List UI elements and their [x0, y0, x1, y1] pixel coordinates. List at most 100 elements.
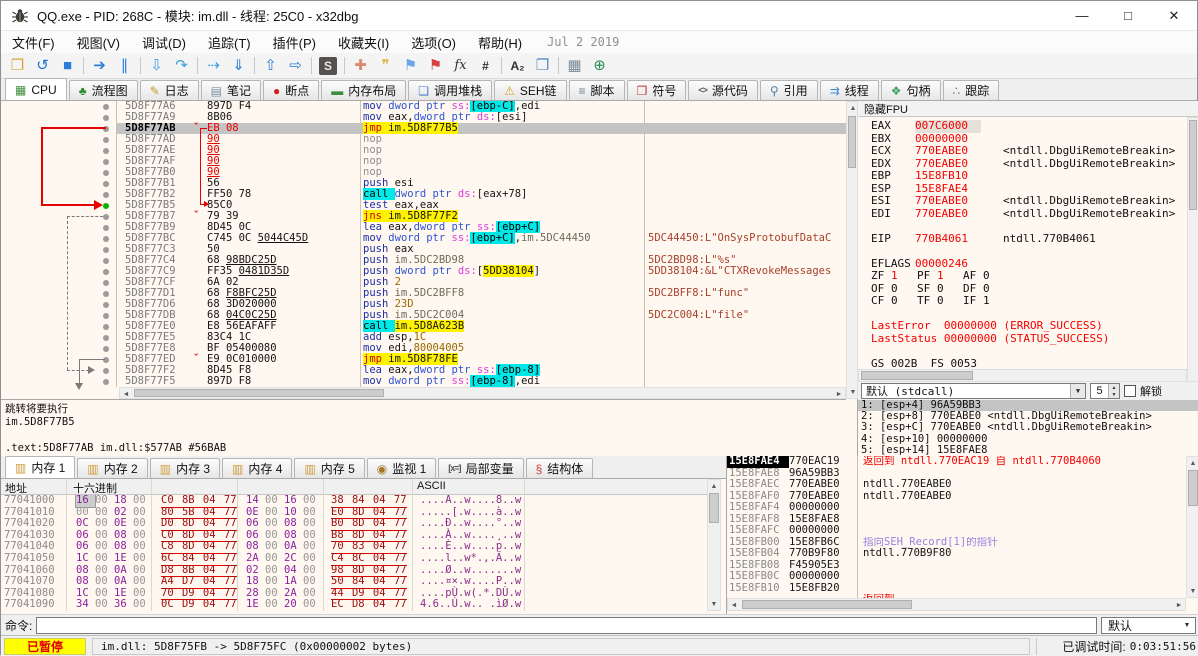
gutter-cell[interactable] — [1, 145, 116, 156]
register-row[interactable]: EIP 770B4061 ntdll.770B4061 — [871, 232, 1187, 246]
menu-item[interactable]: 追踪(T) — [197, 31, 262, 53]
scroll-left-icon[interactable]: ◄ — [728, 599, 740, 611]
tab-log[interactable]: ✎ 日志 — [139, 80, 199, 100]
scroll-right-icon[interactable]: ► — [1173, 599, 1185, 611]
memory-row[interactable]: 77041050 1C 00 1E 00 6C 84 04 77 2A 00 2C 00 C4 8C… — [1, 552, 707, 566]
assemble-icon[interactable]: A₂ — [505, 55, 530, 77]
tab-script[interactable]: ≡ 脚本 — [568, 80, 625, 100]
stack-row[interactable]: 15E8FB0C 00000000 — [727, 570, 1186, 583]
gutter-cell[interactable] — [1, 244, 116, 255]
unlock-checkbox[interactable] — [1124, 385, 1136, 397]
breakpoint-dot[interactable] — [103, 257, 109, 264]
menu-item[interactable]: 选项(O) — [400, 31, 467, 53]
breakpoint-dot[interactable] — [103, 180, 109, 187]
gutter-cell[interactable] — [1, 156, 116, 167]
tab-dump-5[interactable]: ▥ 内存 5 — [294, 458, 365, 478]
breakpoint-dot[interactable] — [103, 356, 109, 363]
tab-notes[interactable]: ▤ 笔记 — [200, 80, 262, 100]
gutter-cell[interactable] — [1, 365, 116, 376]
tab-dump-3[interactable]: ▥ 内存 3 — [149, 458, 221, 478]
menu-item[interactable]: 收藏夹(I) — [327, 31, 400, 53]
gutter-cell[interactable] — [1, 255, 116, 266]
gutter-cell[interactable] — [1, 277, 116, 288]
function-icon[interactable]: fx — [448, 55, 473, 77]
tab-dump-2[interactable]: ▥ 内存 2 — [77, 458, 148, 478]
breakpoint-dot[interactable] — [103, 169, 109, 176]
disassembly-vscrollbar[interactable]: ▲ ▼ — [846, 101, 858, 399]
step-into-icon[interactable]: ⇩ — [144, 55, 169, 77]
stack-vscrollbar[interactable]: ▲ ▼ — [1186, 456, 1198, 598]
gutter-cell[interactable] — [1, 200, 116, 211]
tab-references[interactable]: ⚲ 引用 — [759, 80, 818, 100]
breakpoint-dot[interactable] — [103, 103, 109, 110]
breakpoint-dot[interactable] — [103, 136, 109, 143]
tab-dump-4[interactable]: ▥ 内存 4 — [222, 458, 293, 478]
tab-symbols[interactable]: ❒ 符号 — [626, 80, 687, 100]
gutter-cell[interactable] — [1, 222, 116, 233]
register-row[interactable]: EDI 770EABE0 <ntdll.DbgUiRemoteBreakin> — [871, 207, 1187, 221]
gutter-cell[interactable] — [1, 211, 116, 222]
run-icon[interactable]: ➔ — [87, 55, 112, 77]
last-status-row[interactable]: LastStatus 00000000 (STATUS_SUCCESS) — [871, 332, 1187, 346]
menu-item[interactable]: 调试(D) — [131, 31, 197, 53]
step-out-icon[interactable]: ⇧ — [258, 55, 283, 77]
breakpoint-dot[interactable] — [103, 125, 109, 132]
register-row[interactable]: EAX 007C6000 — [871, 119, 1187, 133]
memory-row[interactable]: 77041000 16 00 18 00 C0 8B 04 77 14 00 16 00 38 84… — [1, 495, 707, 508]
scroll-down-icon[interactable]: ▼ — [1187, 585, 1198, 597]
breakpoint-dot[interactable] — [103, 191, 109, 198]
gutter-cell[interactable] — [1, 321, 116, 332]
menu-item[interactable]: 文件(F) — [1, 31, 66, 53]
breakpoint-dot[interactable] — [103, 114, 109, 121]
stop-icon[interactable]: ■ — [55, 55, 80, 77]
attach-icon[interactable]: ❐ — [530, 55, 555, 77]
breakpoint-dot[interactable] — [103, 345, 109, 352]
chevron-down-icon[interactable]: ▼ — [1070, 384, 1085, 398]
tab-source[interactable]: <> 源代码 — [688, 80, 758, 100]
settings-globe-icon[interactable]: ⊕ — [587, 55, 612, 77]
memory-row[interactable]: 77041090 34 00 36 00 0C D9 04 77 1E 00 20 00 EC D8… — [1, 599, 707, 611]
breakpoint-dot[interactable] — [103, 279, 109, 286]
stack-row[interactable]: 15E8FAEC 770EABE0 ntdll.770EABE0 — [727, 478, 1186, 491]
close-button[interactable]: ✕ — [1151, 1, 1197, 31]
gutter-cell[interactable] — [1, 167, 116, 178]
current-line-dot[interactable] — [103, 202, 109, 209]
tab-struct[interactable]: § 结构体 — [525, 458, 594, 478]
tab-seh[interactable]: ⚠ SEH链 — [494, 80, 567, 100]
tab-dump-1[interactable]: ▥ 内存 1 — [5, 456, 76, 478]
patch-icon[interactable]: ✚ — [348, 55, 373, 77]
gutter-cell[interactable] — [1, 376, 116, 387]
stack-row[interactable]: 15E8FB04 770B9F80 ntdll.770B9F80 — [727, 547, 1186, 560]
menu-item[interactable]: 帮助(H) — [467, 31, 533, 53]
tab-watch-1[interactable]: ◉ 监视 1 — [366, 458, 437, 478]
breakpoint-dot[interactable] — [103, 301, 109, 308]
bookmark-icon[interactable]: ⚑ — [423, 55, 448, 77]
restart-icon[interactable]: ↺ — [30, 55, 55, 77]
chevron-down-icon[interactable]: ▼ — [1179, 618, 1195, 633]
menu-item[interactable]: 插件(P) — [262, 31, 327, 53]
minimize-button[interactable]: — — [1059, 1, 1105, 31]
call-argument-row[interactable]: 5: [esp+14] 15E8FAE8 — [858, 444, 1198, 456]
run-to-cursor-icon[interactable]: ⇢ — [201, 55, 226, 77]
disasm-row[interactable]: 5D8F77F5 897D F8 mov dword ptr ss:[ebp-8],… — [1, 375, 846, 387]
label-icon[interactable]: ⚑ — [398, 55, 423, 77]
gutter-cell[interactable] — [1, 134, 116, 145]
gutter-cell[interactable] — [1, 123, 116, 134]
scroll-down-icon[interactable]: ▼ — [708, 598, 720, 610]
calling-convention-select[interactable]: 默认 (stdcall) ▼ — [861, 383, 1086, 399]
stack-row[interactable]: 15E8FB10 15E8FB20 — [727, 582, 1186, 595]
gutter-cell[interactable] — [1, 101, 116, 112]
gutter-cell[interactable] — [1, 112, 116, 123]
breakpoint-dot[interactable] — [103, 235, 109, 242]
animate-stop-icon[interactable]: S — [319, 56, 337, 75]
registers-hscrollbar[interactable] — [858, 369, 1187, 382]
call-argument-row[interactable]: 3: [esp+C] 770EABE0 <ntdll.DbgUiRemoteBr… — [858, 422, 1198, 433]
tab-breakpoints[interactable]: ● 断点 — [263, 80, 320, 100]
execute-till-return-icon[interactable]: ⇓ — [226, 55, 251, 77]
tab-threads[interactable]: ⇉ 线程 — [819, 80, 879, 100]
breakpoint-dot[interactable] — [103, 224, 109, 231]
command-mode-select[interactable]: 默认 ▼ — [1101, 616, 1196, 634]
tab-handles[interactable]: ❖ 句柄 — [880, 80, 941, 100]
comment-icon[interactable]: ❞ — [373, 55, 398, 77]
stack-row[interactable]: 15E8FAF4 00000000 — [727, 501, 1186, 514]
